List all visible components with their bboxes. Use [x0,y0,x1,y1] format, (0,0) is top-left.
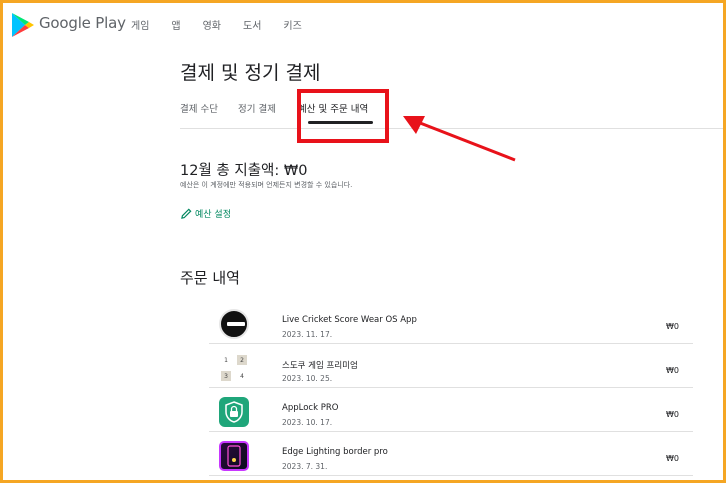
order-name: Live Cricket Score Wear OS App [282,315,417,325]
order-row[interactable]: Edge Lighting border pro 2023. 7. 31. ₩0 [209,432,693,476]
tab-payment-methods[interactable]: 결제 수단 [180,101,218,115]
order-date: 2023. 10. 17. [282,418,333,427]
order-row[interactable]: Live Cricket Score Wear OS App 2023. 11.… [209,300,693,344]
tab-subscriptions[interactable]: 정기 결제 [238,101,276,115]
order-price: ₩0 [666,454,679,463]
set-budget-label: 예산 설정 [195,210,231,220]
pencil-icon [181,208,192,219]
top-nav: 게임 앱 영화 도서 키즈 [131,17,324,32]
order-row[interactable]: AppLock PRO 2023. 10. 17. ₩0 [209,388,693,432]
edge-lighting-icon [219,441,249,471]
page-title: 결제 및 정기 결제 [180,62,321,84]
order-price: ₩0 [666,366,679,375]
header: Google Play 게임 앱 영화 도서 키즈 [3,3,723,47]
nav-games[interactable]: 게임 [131,17,149,32]
nav-books[interactable]: 도서 [243,17,261,32]
order-date: 2023. 11. 17. [282,330,333,339]
page-frame: Google Play 게임 앱 영화 도서 키즈 결제 및 정기 결제 결제 … [3,3,723,480]
order-date: 2023. 10. 25. [282,374,333,383]
order-name: Edge Lighting border pro [282,447,388,457]
order-name: AppLock PRO [282,403,339,413]
order-row[interactable]: 1 2 3 4 스도쿠 게임 프리미엄 2023. 10. 25. ₩0 [209,344,693,388]
nav-apps[interactable]: 앱 [171,17,180,32]
order-price: ₩0 [666,410,679,419]
order-history-title: 주문 내역 [180,269,240,287]
order-date: 2023. 7. 31. [282,462,328,471]
set-budget-link[interactable]: 예산 설정 [181,207,231,220]
order-price: ₩0 [666,322,679,331]
nav-kids[interactable]: 키즈 [283,17,301,32]
lock-icon [219,397,249,427]
order-list: Live Cricket Score Wear OS App 2023. 11.… [209,300,693,476]
brand-name[interactable]: Google Play [39,14,126,32]
monthly-spend-title: 12월 총 지출액: ₩0 [180,163,308,179]
sudoku-icon: 1 2 3 4 [219,353,249,383]
watch-icon [219,309,249,339]
order-name: 스도쿠 게임 프리미엄 [282,361,358,371]
budget-description: 예산은 이 계정에만 적용되며 언제든지 변경할 수 있습니다. [180,181,353,189]
annotation-arrow-icon [403,116,516,162]
nav-movies[interactable]: 영화 [203,17,221,32]
annotation-highlight-box [297,89,389,143]
google-play-logo-icon[interactable] [11,12,35,38]
